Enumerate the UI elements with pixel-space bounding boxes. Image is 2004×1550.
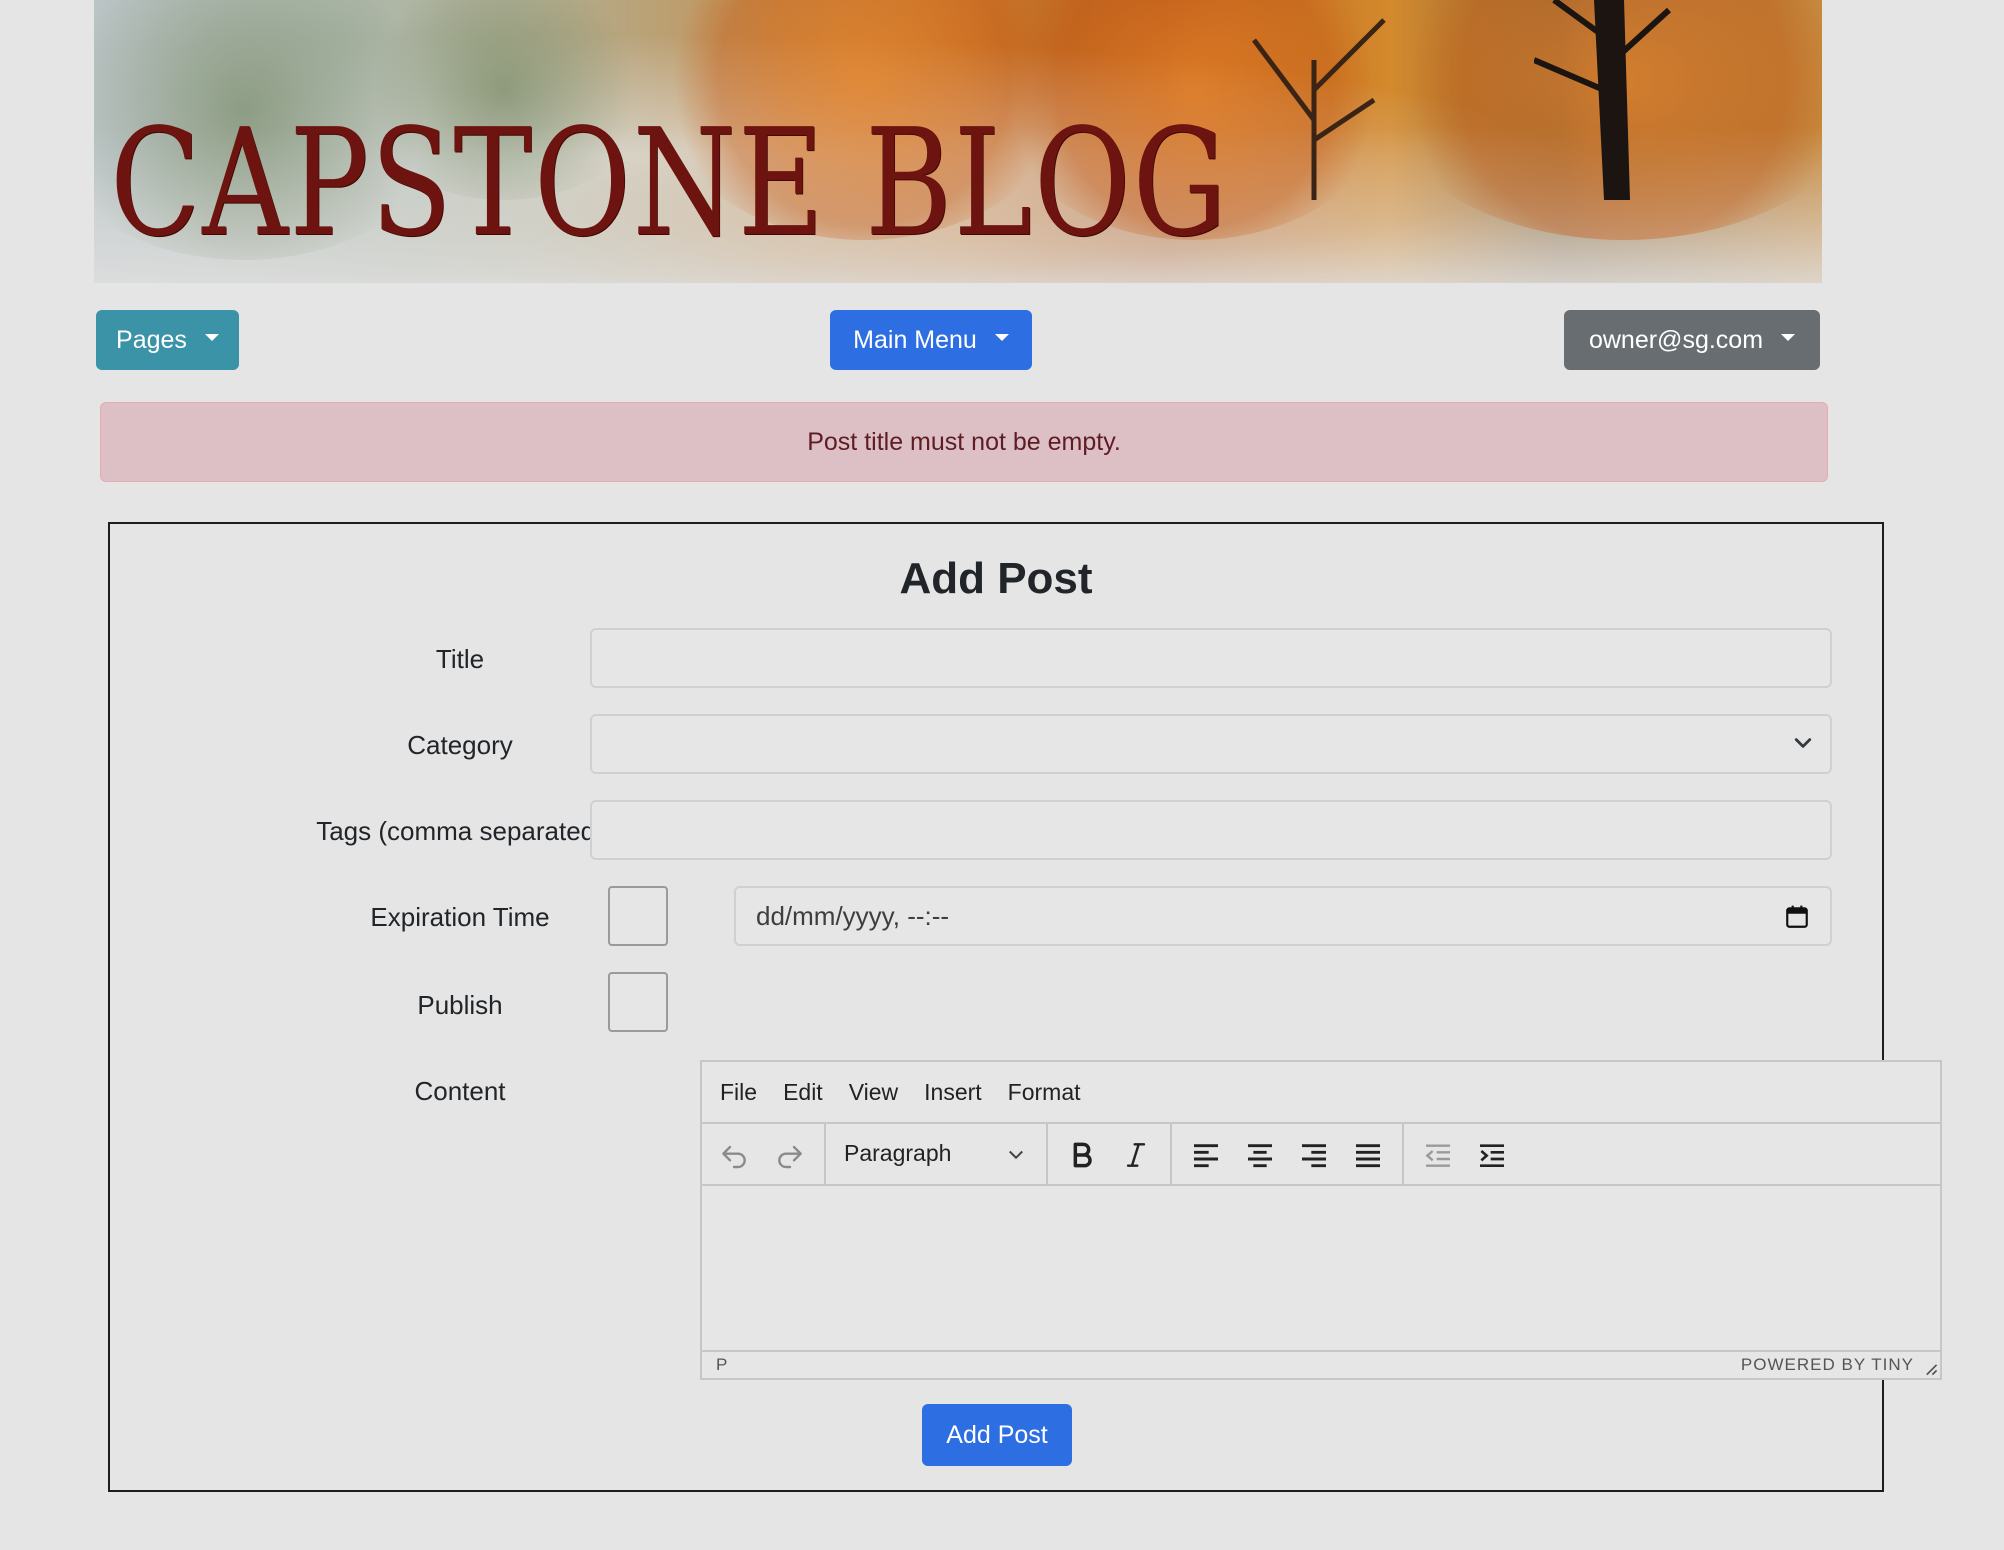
pages-label: Pages: [116, 325, 187, 354]
expiration-checkbox[interactable]: [608, 886, 668, 946]
content-label: Content: [414, 1076, 506, 1106]
error-alert: Post title must not be empty.: [100, 402, 1828, 482]
tags-input[interactable]: [590, 800, 1832, 860]
indent-group: [1404, 1124, 1528, 1186]
category-select[interactable]: [590, 714, 1832, 774]
element-path[interactable]: P: [716, 1355, 727, 1375]
expiration-datetime-input[interactable]: dd/mm/yyyy, --:--: [734, 886, 1832, 946]
editor-content-area[interactable]: [702, 1186, 1940, 1350]
add-post-button[interactable]: Add Post: [922, 1404, 1072, 1466]
caret-down-icon: [204, 333, 219, 341]
site-title: CAPSTONE BLOG: [110, 97, 1229, 269]
alignment-group: [1172, 1124, 1404, 1186]
text-style-group: [1048, 1124, 1172, 1186]
tree-branches-icon: [1252, 18, 1386, 200]
pages-dropdown-button[interactable]: Pages: [96, 310, 239, 370]
indent-icon[interactable]: [1476, 1139, 1508, 1171]
editor-statusbar: P POWERED BY TINY: [702, 1350, 1940, 1378]
menu-format[interactable]: Format: [1008, 1079, 1081, 1106]
tree-trunk-icon: [1534, 0, 1672, 200]
main-menu-dropdown-button[interactable]: Main Menu: [830, 310, 1032, 370]
block-format-select[interactable]: Paragraph: [826, 1124, 1048, 1186]
history-group: [702, 1124, 826, 1186]
undo-icon[interactable]: [718, 1139, 750, 1171]
form-heading: Add Post: [899, 554, 1093, 603]
header-banner: CAPSTONE BLOG: [94, 0, 1822, 283]
bold-icon[interactable]: [1066, 1139, 1098, 1171]
powered-by-link[interactable]: POWERED BY TINY: [1741, 1355, 1914, 1375]
menu-edit[interactable]: Edit: [783, 1079, 823, 1106]
menu-file[interactable]: File: [720, 1079, 757, 1106]
datetime-placeholder: dd/mm/yyyy, --:--: [756, 900, 950, 931]
resize-handle-icon[interactable]: [1924, 1362, 1938, 1376]
expiration-label: Expiration Time: [370, 902, 550, 932]
block-format-value: Paragraph: [844, 1140, 952, 1166]
editor-menubar: File Edit View Insert Format: [702, 1062, 1940, 1124]
editor-toolbar: Paragraph: [702, 1124, 1940, 1186]
calendar-icon[interactable]: [1784, 904, 1810, 930]
caret-down-icon: [1781, 333, 1796, 341]
menu-insert[interactable]: Insert: [924, 1079, 982, 1106]
publish-label: Publish: [417, 990, 503, 1020]
chevron-down-icon: [1009, 1150, 1023, 1160]
italic-icon[interactable]: [1120, 1139, 1152, 1171]
caret-down-icon: [994, 333, 1009, 341]
menu-view[interactable]: View: [849, 1079, 898, 1106]
publish-checkbox[interactable]: [608, 972, 668, 1032]
rich-text-editor: File Edit View Insert Format Paragraph P…: [700, 1060, 1942, 1380]
align-center-icon[interactable]: [1244, 1139, 1276, 1171]
outdent-icon[interactable]: [1422, 1139, 1454, 1171]
redo-icon[interactable]: [774, 1139, 806, 1171]
user-label: owner@sg.com: [1588, 325, 1764, 354]
user-dropdown-button[interactable]: owner@sg.com: [1564, 310, 1820, 370]
chevron-down-icon: [1794, 738, 1812, 748]
alert-message: Post title must not be empty.: [807, 427, 1121, 456]
align-right-icon[interactable]: [1298, 1139, 1330, 1171]
title-input[interactable]: [590, 628, 1832, 688]
align-justify-icon[interactable]: [1352, 1139, 1384, 1171]
add-post-form: Add Post Title Category Tags (comma sepa…: [108, 522, 1942, 1492]
main-menu-label: Main Menu: [853, 325, 977, 354]
align-left-icon[interactable]: [1190, 1139, 1222, 1171]
